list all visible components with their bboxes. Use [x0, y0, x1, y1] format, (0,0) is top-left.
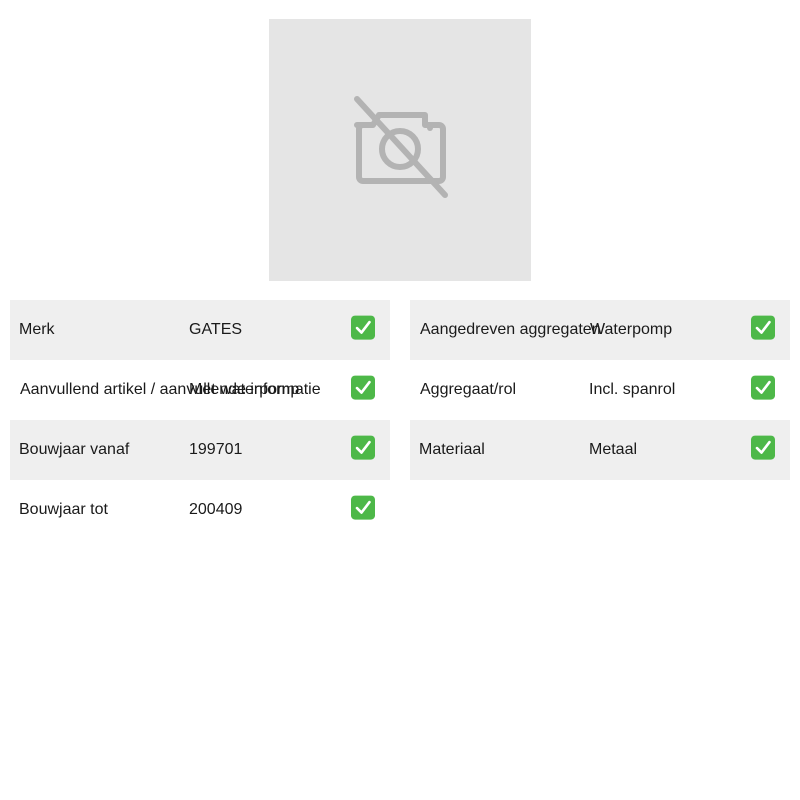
spec-value: 199701 — [189, 441, 243, 458]
product-image-placeholder — [269, 19, 531, 281]
spec-value: Waterpomp — [590, 321, 673, 338]
check-mark-icon — [751, 375, 775, 400]
spec-label: Materiaal — [419, 441, 485, 458]
spec-label: Aangedreven aggregaten — [420, 321, 601, 338]
check-mark-icon — [351, 375, 375, 400]
spec-value: Met waterpomp — [189, 381, 300, 398]
spec-value: Metaal — [589, 441, 638, 458]
spec-row-bouwjaar-vanaf: Bouwjaar vanaf 199701 — [10, 420, 390, 480]
spec-value: 200409 — [189, 501, 243, 518]
spec-label: Merk — [19, 321, 55, 338]
check-mark-icon — [351, 495, 375, 520]
check-mark-icon — [351, 315, 375, 340]
spec-label: Bouwjaar vanaf — [19, 441, 130, 458]
spec-label: Bouwjaar tot — [19, 501, 108, 518]
spec-value: GATES — [189, 321, 243, 338]
spec-row-aanvullend-artikel: Aanvullend artikel / aanvullende informa… — [10, 360, 390, 420]
spec-value: Incl. spanrol — [589, 381, 676, 398]
spec-row-aangedreven-aggregaten: Aangedreven aggregaten Waterpomp — [410, 300, 790, 360]
check-mark-icon — [351, 435, 375, 460]
spec-row-materiaal: Materiaal Metaal — [410, 420, 790, 480]
check-mark-icon — [751, 315, 775, 340]
camera-off-icon — [354, 96, 448, 198]
spec-table-left: Merk GATES Aanvullend artikel / aanvulle… — [10, 300, 390, 540]
spec-label: Aggregaat/rol — [420, 381, 517, 398]
check-mark-icon — [751, 435, 775, 460]
spec-row-merk: Merk GATES — [10, 300, 390, 360]
spec-table-right: Aangedreven aggregaten Waterpomp Aggrega… — [410, 300, 790, 480]
spec-row-aggregaat-rol: Aggregaat/rol Incl. spanrol — [410, 360, 790, 420]
spec-row-bouwjaar-tot: Bouwjaar tot 200409 — [10, 480, 390, 540]
